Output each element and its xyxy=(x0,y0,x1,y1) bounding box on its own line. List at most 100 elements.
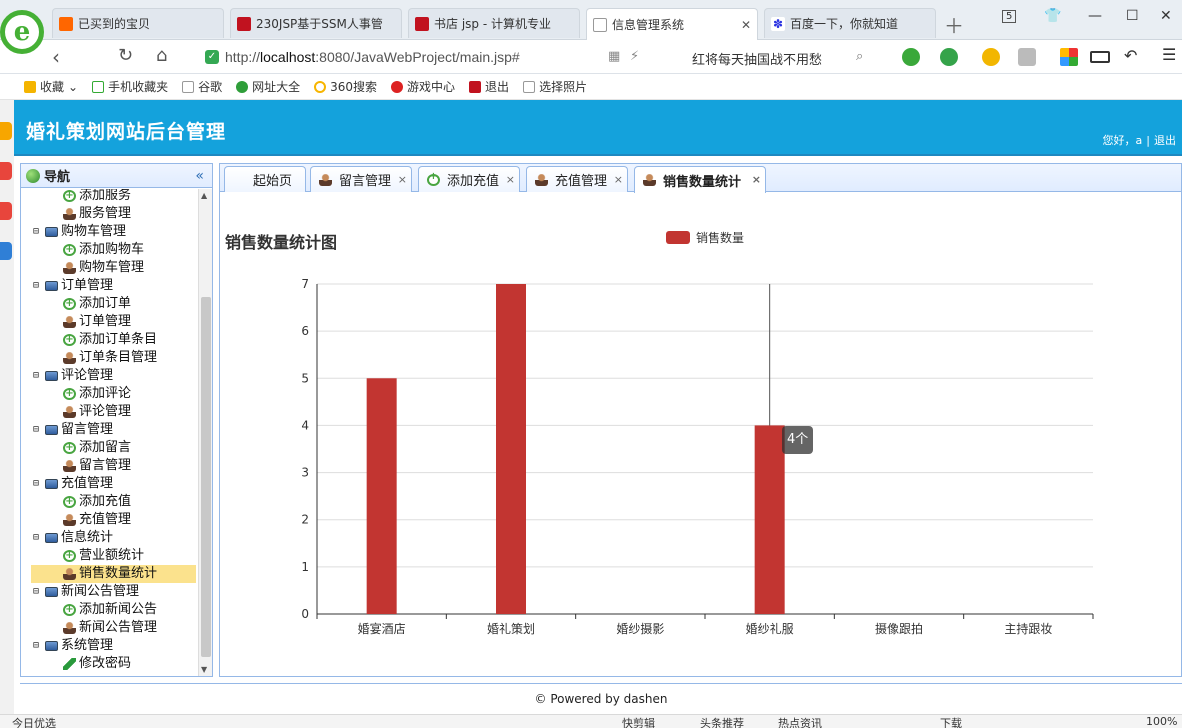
tab-count-badge[interactable]: 5 xyxy=(1002,10,1017,23)
nav-group[interactable]: ⊟ 充值管理 xyxy=(21,475,198,493)
browser-tab-1[interactable]: 已买到的宝贝 xyxy=(52,8,224,38)
bookmark-favorites[interactable]: 收藏 ⌄ xyxy=(24,78,78,95)
bookmark-google[interactable]: 谷歌 xyxy=(182,78,222,95)
nav-item[interactable]: 添加新闻公告 xyxy=(21,601,198,619)
nav-item[interactable]: 修改密码 xyxy=(21,655,198,673)
browser-logo-icon[interactable]: e xyxy=(0,10,44,54)
window-close-icon[interactable]: ✕ xyxy=(1160,8,1172,24)
nav-group[interactable]: ⊟ 留言管理 xyxy=(21,421,198,439)
collapse-panel-icon[interactable]: « xyxy=(195,168,204,184)
zoom-level[interactable]: 100% xyxy=(1146,715,1177,728)
browser-tab-3[interactable]: 书店 jsp - 计算机专业 xyxy=(408,8,580,38)
scissors-icon[interactable] xyxy=(902,48,920,66)
status-left[interactable]: 今日优选 xyxy=(12,715,56,728)
content-tab[interactable]: 留言管理 × xyxy=(310,166,412,192)
expand-collapse-icon[interactable]: ⊟ xyxy=(33,367,43,385)
reload-icon[interactable]: ↻ xyxy=(118,45,133,66)
undo-icon[interactable]: ↶ xyxy=(1124,46,1137,65)
nav-group[interactable]: ⊟ 评论管理 xyxy=(21,367,198,385)
nav-group[interactable]: ⊟ 信息统计 xyxy=(21,529,198,547)
side-app-icon[interactable] xyxy=(0,202,12,220)
coin-icon[interactable] xyxy=(982,48,1000,66)
nav-item[interactable]: 添加订单 xyxy=(21,295,198,313)
nav-item[interactable]: 订单条目管理 xyxy=(21,349,198,367)
expand-collapse-icon[interactable]: ⊟ xyxy=(33,277,43,295)
browser-tab-4-active[interactable]: 信息管理系统 ✕ xyxy=(586,8,758,40)
bookmark-exit[interactable]: 退出 xyxy=(469,78,509,95)
qr-icon[interactable]: ▦ xyxy=(608,49,620,64)
nav-item[interactable]: 添加充值 xyxy=(21,493,198,511)
new-tab-plus-icon[interactable]: ＋ xyxy=(944,10,964,39)
close-tab-icon[interactable]: × xyxy=(398,173,407,186)
nav-item[interactable]: 留言管理 xyxy=(21,457,198,475)
content-tab[interactable]: 销售数量统计 × xyxy=(634,166,766,193)
home-icon[interactable]: ⌂ xyxy=(156,45,167,66)
side-app-icon[interactable] xyxy=(0,162,12,180)
bookmark-games[interactable]: 游戏中心 xyxy=(391,78,455,95)
apps-icon[interactable] xyxy=(1060,48,1078,66)
nav-item[interactable]: 新闻公告管理 xyxy=(21,619,198,637)
close-icon[interactable]: ✕ xyxy=(741,18,751,32)
nav-item[interactable]: 添加留言 xyxy=(21,439,198,457)
browser-tab-5[interactable]: ✽ 百度一下，你就知道 xyxy=(764,8,936,38)
nav-item[interactable]: 服务管理 xyxy=(21,205,198,223)
nav-item[interactable]: 添加服务 xyxy=(21,189,198,205)
menu-icon[interactable]: ☰ xyxy=(1162,45,1176,64)
bookmark-mobile[interactable]: 手机收藏夹 xyxy=(92,78,168,95)
expand-collapse-icon[interactable]: ⊟ xyxy=(33,421,43,439)
status-item-hot-news[interactable]: 热点资讯 xyxy=(778,715,822,728)
expand-collapse-icon[interactable]: ⊟ xyxy=(33,529,43,547)
shirt-icon[interactable]: 👕 xyxy=(1044,8,1061,24)
nav-item[interactable]: 充值管理 xyxy=(21,511,198,529)
bookmark-url-directory[interactable]: 网址大全 xyxy=(236,78,300,95)
nav-item[interactable]: 评论管理 xyxy=(21,403,198,421)
nav-item[interactable]: 销售数量统计 xyxy=(31,565,196,583)
lightning-icon[interactable]: ⚡ xyxy=(630,49,639,64)
close-tab-icon[interactable]: × xyxy=(506,173,515,186)
chart-legend[interactable]: 销售数量 xyxy=(666,229,744,246)
back-icon[interactable]: ‹ xyxy=(52,45,60,69)
search-icon[interactable]: ⌕ xyxy=(856,49,863,64)
nav-item[interactable]: 添加购物车 xyxy=(21,241,198,259)
nav-group[interactable]: ⊟ 订单管理 xyxy=(21,277,198,295)
nav-item[interactable]: 营业额统计 xyxy=(21,547,198,565)
expand-collapse-icon[interactable]: ⊟ xyxy=(33,223,43,241)
battery-icon[interactable] xyxy=(1090,51,1110,63)
bookmark-360-search[interactable]: 360搜索 xyxy=(314,78,377,95)
url-input[interactable]: ✓ http://localhost:8080/JavaWebProject/m… xyxy=(205,44,675,70)
maximize-icon[interactable]: ☐ xyxy=(1126,8,1139,24)
nav-item[interactable]: 订单管理 xyxy=(21,313,198,331)
browser-tab-2[interactable]: 230JSP基于SSM人事管 xyxy=(230,8,402,38)
expand-collapse-icon[interactable]: ⊟ xyxy=(33,637,43,655)
translate-icon[interactable] xyxy=(940,48,958,66)
nav-group[interactable]: ⊟ 系统管理 xyxy=(21,637,198,655)
expand-collapse-icon[interactable]: ⊟ xyxy=(33,475,43,493)
content-tab[interactable]: 充值管理 × xyxy=(526,166,628,192)
scroll-down-icon[interactable]: ▼ xyxy=(201,665,207,674)
nav-item[interactable]: 添加订单条目 xyxy=(21,331,198,349)
expand-collapse-icon[interactable]: ⊟ xyxy=(33,583,43,601)
nav-item[interactable]: 购物车管理 xyxy=(21,259,198,277)
content-tab[interactable]: 起始页 xyxy=(224,166,306,192)
side-app-icon[interactable] xyxy=(0,242,12,260)
nav-group[interactable]: ⊟ 购物车管理 xyxy=(21,223,198,241)
bar[interactable] xyxy=(496,284,526,614)
status-item-quick-edit[interactable]: 快剪辑 xyxy=(622,715,655,728)
scroll-up-icon[interactable]: ▲ xyxy=(201,191,207,200)
bar[interactable] xyxy=(366,378,397,614)
content-tab[interactable]: 添加充值 × xyxy=(418,166,520,192)
close-tab-icon[interactable]: × xyxy=(752,173,761,186)
scroll-thumb[interactable] xyxy=(201,297,211,657)
close-tab-icon[interactable]: × xyxy=(614,173,623,186)
game-icon[interactable] xyxy=(1018,48,1036,66)
minimize-icon[interactable]: — xyxy=(1088,8,1102,24)
status-item-download[interactable]: 下载 xyxy=(940,715,962,728)
bar[interactable] xyxy=(754,425,785,614)
status-item-headlines[interactable]: 头条推荐 xyxy=(700,715,744,728)
nav-scrollbar[interactable]: ▲ ▼ xyxy=(198,189,212,676)
logout-link[interactable]: 退出 xyxy=(1154,134,1176,147)
nav-group[interactable]: ⊟ 新闻公告管理 xyxy=(21,583,198,601)
bookmark-choose-photo[interactable]: 选择照片 xyxy=(523,78,587,95)
side-app-icon[interactable] xyxy=(0,122,12,140)
nav-item[interactable]: 添加评论 xyxy=(21,385,198,403)
